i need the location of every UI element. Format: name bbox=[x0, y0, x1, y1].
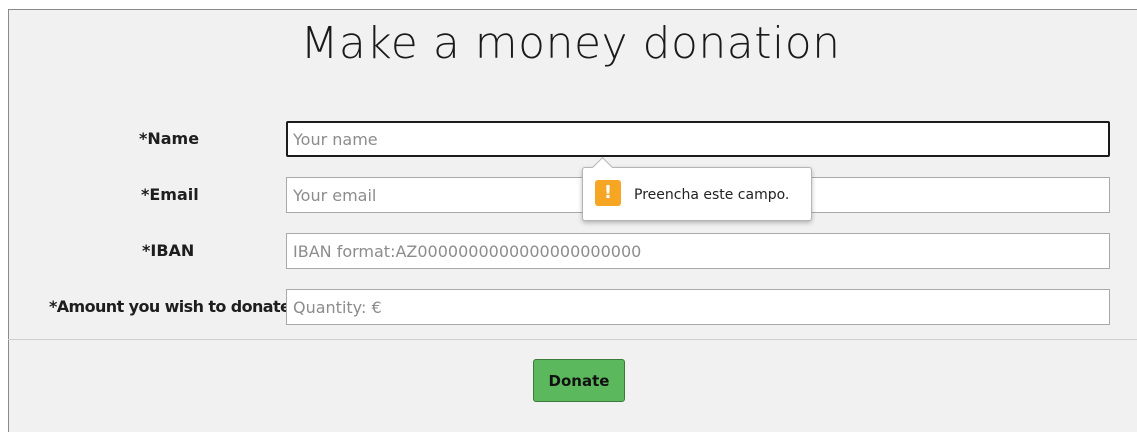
page-title: Make a money donation bbox=[300, 18, 841, 69]
validation-tooltip: ! Preencha este campo. bbox=[582, 156, 812, 221]
amount-input[interactable] bbox=[286, 289, 1110, 325]
tooltip-message: Preencha este campo. bbox=[634, 187, 790, 203]
warning-icon: ! bbox=[595, 180, 621, 206]
form-divider bbox=[8, 339, 1137, 340]
email-label: *Email bbox=[141, 185, 199, 204]
iban-label: *IBAN bbox=[142, 241, 195, 260]
amount-label: *Amount you wish to donate: bbox=[49, 297, 297, 316]
name-label: *Name bbox=[139, 129, 200, 148]
name-input[interactable] bbox=[286, 121, 1110, 157]
iban-input[interactable] bbox=[286, 233, 1110, 269]
donate-button[interactable]: Donate bbox=[533, 359, 625, 402]
